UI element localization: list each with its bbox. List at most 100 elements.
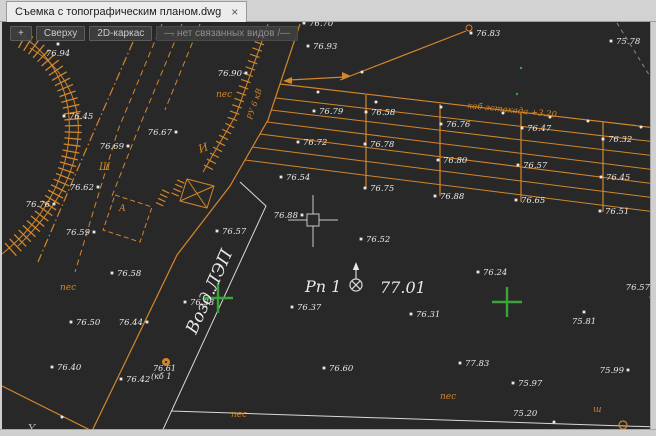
survey-point-marker [610,40,613,43]
survey-point-marker [51,366,54,369]
survey-point-marker [313,110,316,113]
survey-point-marker [280,176,283,179]
survey-point-marker [521,127,524,130]
elevation-label: 76.45 [606,173,630,183]
survey-point-marker [216,230,219,233]
survey-point-marker [364,187,367,190]
elevation-label: 75.78 [616,37,641,47]
survey-point-marker [175,131,178,134]
elevation-label: 76.45 [69,112,93,122]
viewport-menu-button[interactable]: + [10,26,32,41]
pole-dot [375,101,378,104]
elevation-label: 76.50 [76,318,101,328]
elevation-label: 76.57 [626,283,650,293]
elevation-label: 76.58 [117,269,142,279]
survey-point-marker [93,231,96,234]
map-text-label: РУ 6 кВ [245,87,264,121]
survey-point-marker [245,72,248,75]
map-text-label: 77.01 [380,278,426,297]
close-tab-icon[interactable]: × [231,6,238,18]
elevation-label: 76.70 [309,22,334,29]
elevation-label: 76.57 [222,227,247,237]
elevation-label: 76.54 [286,173,310,183]
elevation-label: 76.44 [119,318,143,328]
green-dot [516,93,518,95]
right-frame [650,22,656,436]
survey-point-marker [515,199,518,202]
survey-point-marker [146,321,149,324]
map-text-label: 75.20 [513,409,538,419]
map-text-label: Y [28,422,37,429]
linked-views-indicator[interactable]: — нет связанных видов /— [156,26,298,41]
benchmark-symbol [350,262,362,291]
survey-point-marker [53,203,56,206]
survey-point-marker [360,238,363,241]
map-text-label: пес [216,90,232,100]
elevation-label: 76.90 [218,69,243,79]
view-control-button[interactable]: Сверху [36,26,85,41]
cad-application-window: Съемка с топографическим планом.dwg × + … [0,0,656,436]
elevation-label: 76.37 [297,303,322,313]
survey-point-marker [97,186,100,189]
elevation-label: 76.69 [100,142,125,152]
map-text-label: (кб 1 [151,372,171,381]
survey-point-marker [434,195,437,198]
elevation-label: 76.24 [483,268,507,278]
elevation-label: 76.67 [148,128,173,138]
drawing-canvas[interactable]: 76.8176.9476.8776.7076.9376.9076.7976.72… [2,22,650,429]
elevation-label: 76.60 [329,364,354,374]
elevation-label: 76.80 [443,156,468,166]
elevation-label: 76.78 [370,140,395,150]
elevation-label: 76.76 [26,200,51,210]
map-text-label: каб эстакада +3.20 [467,100,558,120]
map-text-label: пес [231,410,247,420]
elevation-label: 76.79 [319,107,344,117]
cable-branch-line [283,25,472,84]
elevation-label: 77.83 [465,359,489,369]
survey-point-marker [127,145,130,148]
drawing-file-tab[interactable]: Съемка с топографическим планом.dwg × [6,1,247,22]
dashed-structure-outline [103,195,152,242]
survey-point-marker [111,272,114,275]
survey-point-marker [602,138,605,141]
elevation-label: 76.72 [303,138,327,148]
manhole-symbol [619,421,627,429]
elevation-label: 76.52 [366,235,390,245]
elevation-label: 76.75 [370,184,394,194]
elevation-label: 76.76 [446,120,471,130]
pole-dot [361,71,364,74]
visual-style-button[interactable]: 2D-каркас [89,26,152,41]
green-dot [520,67,522,69]
crosshair-cursor [288,195,338,247]
survey-point-marker [120,378,123,381]
elevation-label: 75.81 [572,317,596,327]
survey-point-marker [477,271,480,274]
pole-dot [440,106,443,109]
elevation-label: 76.93 [313,42,337,52]
elevation-label: 76.42 [126,375,150,385]
model-space-viewport[interactable]: + Сверху 2D-каркас — нет связанных видов… [2,22,650,429]
survey-point-marker [57,43,60,46]
pole-dot [587,120,590,123]
survey-point-marker [297,141,300,144]
survey-point-marker [364,143,367,146]
survey-point-marker [184,301,187,304]
pole-dot [640,126,643,129]
survey-point-marker [303,22,306,24]
pole-dot [553,421,556,424]
elevation-label: 76.59 [66,228,91,238]
map-text-label: пес [60,283,76,293]
elevation-label: 75.99 [600,366,625,376]
elevation-label: 76.47 [527,124,552,134]
survey-point-marker [600,176,603,179]
faint-dashed-line [617,23,650,86]
survey-point-marker [459,362,462,365]
elevation-label: 76.94 [46,49,70,59]
survey-point-marker [70,321,73,324]
survey-point-marker [599,210,602,213]
elevation-label: 76.65 [521,196,545,206]
embankment-hatch [2,32,78,254]
pole-dot [317,91,320,94]
survey-point-marker [410,313,413,316]
map-text-label: И [196,140,211,156]
